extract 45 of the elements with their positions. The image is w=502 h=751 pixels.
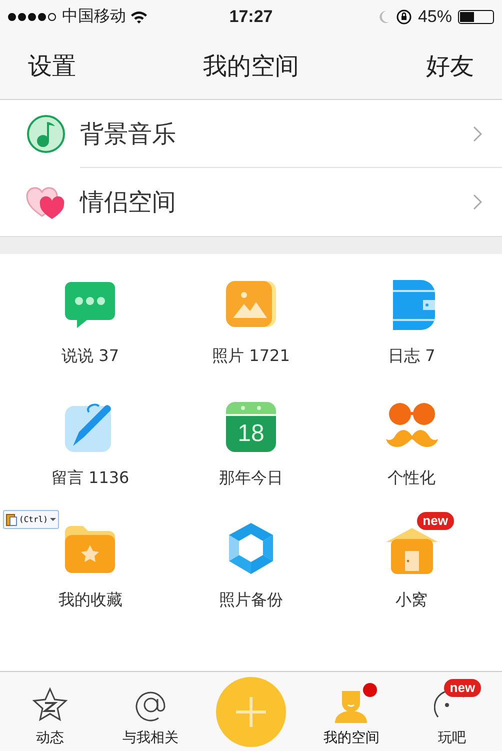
tile-label: 我的收藏 — [58, 590, 122, 611]
tab-item[interactable]: 我的空间 — [311, 676, 392, 746]
feature-tile[interactable]: 照片备份 — [198, 510, 303, 611]
chevron-right-icon — [473, 194, 482, 210]
chevron-right-icon — [473, 126, 482, 142]
menu-row[interactable]: 情侣空间 — [0, 168, 502, 236]
feature-tile[interactable]: new 小窝 — [364, 510, 459, 611]
tile-label: 照片备份 — [218, 590, 283, 611]
friends-button[interactable]: 好友 — [426, 50, 474, 82]
feature-tile[interactable]: 说说 37 — [42, 266, 140, 367]
settings-button[interactable]: 设置 — [28, 50, 76, 82]
tile-label: 照片 1721 — [212, 346, 290, 367]
rotation-lock-icon — [396, 8, 412, 24]
feature-tile[interactable]: 日志 7 — [364, 266, 459, 367]
menu-label: 背景音乐 — [80, 118, 176, 150]
battery-icon — [458, 10, 494, 24]
new-badge: new — [416, 512, 454, 530]
tile-label: 那年今日 — [218, 468, 283, 489]
tile-label: 日志 7 — [388, 346, 436, 367]
star-icon — [32, 686, 68, 722]
clock-time: 17:27 — [229, 6, 273, 26]
wifi-icon — [130, 10, 148, 24]
feature-tile[interactable]: 留言 1136 — [31, 388, 150, 489]
signal-icon — [8, 12, 56, 20]
page-title: 我的空间 — [203, 51, 299, 82]
feature-tile[interactable]: 个性化 — [364, 388, 459, 489]
feature-tile[interactable]: 18 那年今日 — [198, 388, 303, 489]
moon-icon — [378, 10, 390, 24]
tab-item[interactable]: new 玩吧 — [422, 676, 482, 746]
plus-icon — [234, 694, 268, 728]
feature-tile[interactable]: 照片 1721 — [192, 266, 310, 367]
tab-item[interactable]: 动态 — [20, 676, 80, 746]
tile-label: 个性化 — [388, 468, 436, 489]
tile-label: 小窝 — [396, 590, 428, 611]
menu-row[interactable]: 背景音乐 — [0, 100, 502, 168]
tile-label: 说说 37 — [62, 346, 120, 367]
menu-label: 情侣空间 — [80, 187, 176, 218]
music-note-icon — [26, 114, 66, 154]
clipboard-icon — [6, 513, 17, 526]
new-badge: new — [444, 678, 482, 696]
tile-label: 留言 1136 — [51, 468, 130, 489]
paste-options-button[interactable]: (Ctrl) — [3, 510, 59, 529]
carrier-name: 中国移动 — [62, 6, 126, 27]
battery-percent: 45% — [418, 6, 452, 26]
tab-item[interactable]: 与我相关 — [110, 676, 191, 746]
